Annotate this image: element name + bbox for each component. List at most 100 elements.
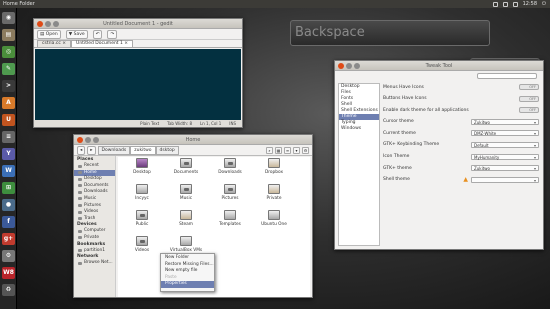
tab-width-selector[interactable]: Tab Width: 8 [167,121,192,126]
folder-item[interactable]: Downloads [212,158,248,175]
theme-dropdown[interactable]: DMZ-White [471,130,539,137]
sidebar-item-videos[interactable]: Videos [74,209,115,216]
folder-icon [268,210,280,220]
dash-home-icon[interactable]: ◉ [2,12,15,24]
sidebar-item-desktop[interactable]: Desktop [74,176,115,183]
save-button[interactable]: ▼ Save [65,29,88,39]
folder-item[interactable]: Videos [124,236,160,253]
tab-cstria[interactable]: cstria.cc × [37,40,72,47]
folder-label: Public [135,222,149,227]
text-editor-area[interactable] [35,49,241,120]
breadcrumb-zukitwo[interactable]: zukitwo [130,145,156,155]
mail-icon[interactable] [492,1,498,7]
clock[interactable]: 12:58 [523,1,537,7]
disk-icon[interactable]: ● [2,199,15,211]
theme-dropdown[interactable] [471,176,539,183]
theme-dropdown[interactable]: MyHumanity [471,153,539,160]
list-view-icon[interactable]: ≡ [284,146,291,154]
calc-icon[interactable]: ⊞ [2,182,15,194]
folder-item[interactable]: Steam [168,210,204,227]
toggle-switch[interactable]: OFF [519,84,539,90]
tweak-sidebar: Desktop Files Fonts Shell Shell Extensions Th… [338,83,380,246]
theme-dropdown[interactable]: Zukitwo [471,118,539,125]
gplus-icon[interactable]: g+ [2,233,15,245]
chrome-icon[interactable]: ◎ [2,46,15,58]
facebook-icon[interactable]: f [2,216,15,228]
folder-item[interactable]: Documents [168,158,204,175]
back-button[interactable]: ◂ [77,145,86,155]
tab-untitled[interactable]: Untitled Document 1 × [71,40,134,47]
folder-item[interactable]: Ubuntu One [256,210,292,227]
sort-icon[interactable]: ▾ [293,146,300,154]
trash-icon[interactable]: ♻ [2,284,15,296]
setting-row: Menus Have Icons OFF [383,83,539,91]
toggle-switch[interactable]: OFF [519,107,539,114]
menu-item-properties[interactable]: Properties [161,281,214,288]
folder-item[interactable]: Private [256,184,292,201]
sidebar-item-computer[interactable]: Computer [74,228,115,235]
sidebar-item-partition1[interactable]: partition1 [74,248,115,255]
folder-item[interactable]: Desktop [124,158,160,175]
open-button[interactable]: ▤ Open [37,29,61,39]
setting-label: Current theme [383,130,416,136]
sidebar-item-music[interactable]: Music [74,196,115,203]
folder-item[interactable]: Templates [212,210,248,227]
setting-row: Icon Theme MyHumanity [383,153,539,161]
breadcrumb-dsktop[interactable]: dsktop [155,145,179,155]
theme-dropdown[interactable]: Zukitwo [471,165,539,172]
terminal-icon[interactable]: > [2,80,15,92]
w8-icon[interactable]: W8 [2,267,15,279]
search-input[interactable] [477,73,537,79]
folder-label: Ubuntu One [261,222,287,227]
language-selector[interactable]: Plain Text [140,121,159,126]
insert-mode: INS [229,121,236,126]
sidebar-item-trash[interactable]: Trash [74,216,115,223]
folder-item[interactable]: VirtualBox VMs [168,236,204,253]
toggle-switch[interactable]: OFF [519,95,539,102]
title-bar[interactable]: Tweak Tool [335,61,543,71]
power-icon[interactable]: ⏻ [542,1,546,7]
folder-item[interactable]: Public [124,210,160,227]
writer-icon[interactable]: W [2,165,15,177]
settings-icon[interactable]: ⚙ [2,250,15,262]
search-icon[interactable]: ⌕ [266,146,273,154]
sidebar-item-private[interactable]: Private [74,235,115,242]
volume-icon[interactable] [512,1,518,7]
folder-icon [180,184,192,194]
folder-item[interactable]: Music [168,184,204,201]
folder-item[interactable]: Dropbox [256,158,292,175]
unity-tweak-icon[interactable]: ≡ [2,131,15,143]
sidebar-item-recent[interactable]: Recent [74,163,115,170]
undo-button[interactable]: ↶ [92,29,103,39]
folder-label: Videos [134,248,150,253]
files-icon[interactable]: ▤ [2,29,15,41]
folder-item[interactable]: Pictures [212,184,248,201]
sidebar-item-browse-net[interactable]: Browse Net... [74,260,115,267]
sidebar-item-windows[interactable]: Windows [339,126,379,132]
folder-icon [224,184,236,194]
gedit-icon[interactable]: ✎ [2,63,15,75]
software-center-icon[interactable]: A [2,97,15,109]
window-title: Untitled Document 1 - gedit [103,20,173,27]
folder-label: Steam [179,222,193,227]
yahoo-icon[interactable]: Y [2,148,15,160]
tab-label: Untitled Document 1 [76,41,123,46]
redo-button[interactable]: ↷ [107,29,118,39]
ubuntu-one-icon[interactable]: U [2,114,15,126]
folder-label: Private [266,196,282,201]
folder-icon [268,158,280,168]
setting-label: Menus Have Icons [383,84,424,90]
grid-view-icon[interactable]: ▦ [275,146,282,154]
theme-dropdown[interactable]: Default [471,141,539,148]
setting-label: Shell theme [383,177,410,183]
folder-item[interactable]: Incyyc [124,184,160,201]
gear-icon[interactable]: ⚙ [302,146,309,154]
sidebar-item-downloads[interactable]: Downloads [74,189,115,196]
network-icon[interactable] [502,1,508,7]
status-bar: Plain Text Tab Width: 8 Ln 1, Col 1 INS [34,120,242,127]
breadcrumb-downloads[interactable]: Downloads [97,145,131,155]
title-bar[interactable]: Home [74,135,312,145]
forward-button[interactable]: ▸ [87,145,96,155]
tweak-tool-window: Tweak Tool Desktop Files Fonts Shell Shell E… [334,60,544,250]
title-bar[interactable]: Untitled Document 1 - gedit [34,19,242,29]
